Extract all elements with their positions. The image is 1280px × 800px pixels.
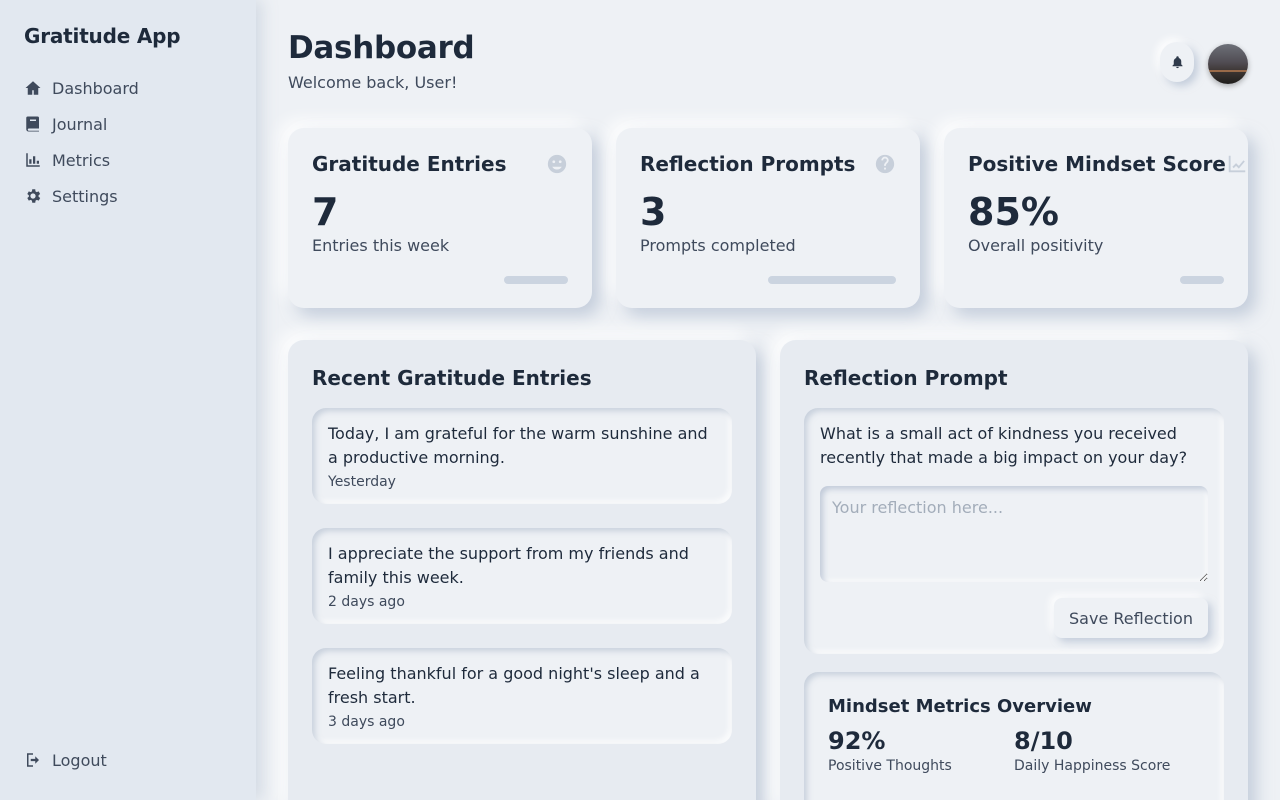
main-content: Dashboard Welcome back, User! Gratitude … bbox=[256, 0, 1280, 800]
sidebar-item-journal[interactable]: Journal bbox=[24, 106, 232, 142]
reflection-prompt-panel: Reflection Prompt What is a small act of… bbox=[780, 340, 1248, 800]
list-item[interactable]: I appreciate the support from my friends… bbox=[312, 528, 732, 624]
metric-value: 8/10 bbox=[1014, 727, 1073, 755]
entry-text: Today, I am grateful for the warm sunshi… bbox=[328, 424, 708, 467]
stat-card-gratitude-entries: Gratitude Entries 7 Entries this week bbox=[288, 128, 592, 308]
metric-positive-thoughts: 92% Positive Thoughts bbox=[828, 727, 1014, 774]
logout-button[interactable]: Logout bbox=[24, 742, 107, 778]
bell-icon bbox=[1172, 55, 1182, 68]
notifications-button[interactable] bbox=[1160, 42, 1194, 82]
save-reflection-button[interactable]: Save Reflection bbox=[1054, 598, 1208, 638]
stat-subtitle: Prompts completed bbox=[640, 235, 796, 255]
metrics-title: Mindset Metrics Overview bbox=[828, 696, 1092, 717]
progress-bar bbox=[968, 276, 1224, 284]
metric-daily-happiness: 8/10 Daily Happiness Score bbox=[1014, 727, 1200, 774]
sidebar-item-dashboard[interactable]: Dashboard bbox=[24, 70, 232, 106]
entry-date: 2 days ago bbox=[328, 594, 405, 610]
stat-card-header: Positive Mindset Score bbox=[968, 152, 1246, 176]
entry-text: I appreciate the support from my friends… bbox=[328, 544, 689, 587]
smile-icon bbox=[547, 154, 567, 174]
sidebar-item-label: Metrics bbox=[52, 150, 111, 170]
stat-subtitle: Entries this week bbox=[312, 235, 450, 255]
question-icon bbox=[875, 154, 895, 174]
panel-title: Reflection Prompt bbox=[804, 366, 1008, 390]
panel-title: Recent Gratitude Entries bbox=[312, 366, 592, 390]
stat-card-header: Reflection Prompts bbox=[640, 152, 896, 176]
stat-title: Gratitude Entries bbox=[312, 152, 507, 176]
progress-fill bbox=[1180, 276, 1224, 284]
app-brand: Gratitude App bbox=[24, 24, 181, 48]
entry-text: Feeling thankful for a good night's slee… bbox=[328, 664, 700, 707]
list-item[interactable]: Feeling thankful for a good night's slee… bbox=[312, 648, 732, 744]
stat-card-reflection-prompts: Reflection Prompts 3 Prompts completed bbox=[616, 128, 920, 308]
progress-fill bbox=[504, 276, 568, 284]
line-chart-icon bbox=[1228, 155, 1246, 173]
stat-card-header: Gratitude Entries bbox=[312, 152, 568, 176]
stat-value: 85% bbox=[968, 190, 1059, 234]
stat-title: Reflection Prompts bbox=[640, 152, 856, 176]
home-icon bbox=[25, 81, 41, 95]
sidebar-item-label: Settings bbox=[52, 186, 118, 206]
prompt-box: What is a small act of kindness you rece… bbox=[804, 408, 1224, 654]
mindset-metrics-overview: Mindset Metrics Overview 92% Positive Th… bbox=[804, 672, 1224, 800]
page-title: Dashboard bbox=[288, 30, 475, 66]
progress-fill bbox=[768, 276, 896, 284]
stat-card-positive-mindset-score: Positive Mindset Score 85% Overall posit… bbox=[944, 128, 1248, 308]
stat-title: Positive Mindset Score bbox=[968, 152, 1226, 176]
sidebar: Gratitude App Dashboard Journal Metrics … bbox=[0, 0, 256, 800]
entry-date: Yesterday bbox=[328, 474, 396, 490]
recent-entries-panel: Recent Gratitude Entries Today, I am gra… bbox=[288, 340, 756, 800]
book-icon bbox=[26, 116, 39, 132]
app-root: Gratitude App Dashboard Journal Metrics … bbox=[0, 0, 1280, 800]
progress-bar bbox=[312, 276, 568, 284]
sidebar-item-settings[interactable]: Settings bbox=[24, 178, 232, 214]
chart-bar-icon bbox=[26, 153, 40, 167]
list-item[interactable]: Today, I am grateful for the warm sunshi… bbox=[312, 408, 732, 504]
prompt-question: What is a small act of kindness you rece… bbox=[820, 424, 1188, 467]
stat-value: 3 bbox=[640, 190, 667, 234]
avatar[interactable] bbox=[1208, 44, 1248, 84]
sidebar-item-label: Dashboard bbox=[52, 78, 139, 98]
sidebar-nav: Dashboard Journal Metrics Settings bbox=[24, 70, 232, 214]
stat-value: 7 bbox=[312, 190, 339, 234]
metrics-row: 92% Positive Thoughts 8/10 Daily Happine… bbox=[828, 727, 1200, 774]
welcome-text: Welcome back, User! bbox=[288, 73, 458, 92]
gear-icon bbox=[27, 189, 41, 203]
metric-label: Positive Thoughts bbox=[828, 757, 952, 774]
progress-bar bbox=[640, 276, 896, 284]
logout-icon bbox=[27, 753, 39, 767]
logout-label: Logout bbox=[52, 750, 107, 770]
reflection-input[interactable] bbox=[820, 486, 1208, 582]
sidebar-item-metrics[interactable]: Metrics bbox=[24, 142, 232, 178]
metric-label: Daily Happiness Score bbox=[1014, 757, 1171, 774]
entry-date: 3 days ago bbox=[328, 714, 405, 730]
metric-value: 92% bbox=[828, 727, 886, 755]
sidebar-item-label: Journal bbox=[52, 114, 108, 134]
stat-subtitle: Overall positivity bbox=[968, 235, 1104, 255]
